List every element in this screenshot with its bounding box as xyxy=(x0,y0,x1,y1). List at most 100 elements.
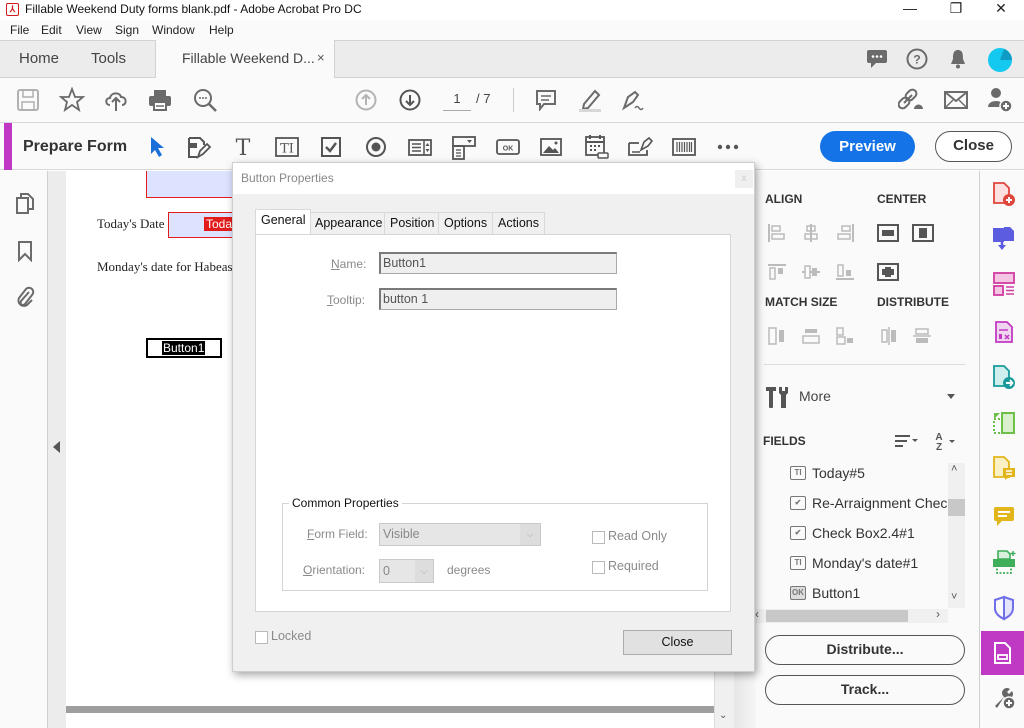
menu-help[interactable]: Help xyxy=(209,23,234,37)
name-field[interactable]: Button1 xyxy=(379,252,617,274)
sign-pen-icon[interactable] xyxy=(621,88,647,112)
save-icon[interactable] xyxy=(16,88,40,112)
match-height-icon[interactable] xyxy=(801,326,821,346)
comment-bubble-icon[interactable] xyxy=(992,503,1016,529)
account-avatar[interactable] xyxy=(988,48,1012,72)
align-bottom-icon[interactable] xyxy=(835,262,855,282)
image-tool-icon[interactable] xyxy=(539,135,563,159)
dialog-close-x[interactable]: x xyxy=(735,170,753,188)
menu-window[interactable]: Window xyxy=(152,23,195,37)
bookmark-star-icon[interactable] xyxy=(59,87,85,113)
required-checkbox[interactable] xyxy=(592,561,605,574)
tab-appearance[interactable]: Appearance xyxy=(309,212,389,234)
attachments-icon[interactable] xyxy=(14,285,36,309)
align-center-horizontal-icon[interactable] xyxy=(801,222,821,244)
tooltip-field[interactable]: button 1 xyxy=(379,288,617,310)
pages-icon[interactable] xyxy=(14,192,36,216)
more-dropdown[interactable]: More xyxy=(799,388,831,404)
search-zoom-icon[interactable] xyxy=(192,87,218,113)
fields-horizontal-scrollbar[interactable]: ‹ › xyxy=(754,607,948,623)
protect-icon[interactable] xyxy=(992,595,1016,621)
more-tools-icon[interactable] xyxy=(992,685,1016,711)
scroll-down-icon[interactable]: ⌄ xyxy=(719,710,727,721)
comment-tool-icon[interactable] xyxy=(992,455,1016,481)
select-arrow-icon[interactable] xyxy=(147,135,167,159)
page-number-input[interactable]: 1 xyxy=(443,91,471,111)
center-both-icon[interactable] xyxy=(877,262,899,282)
prepare-form-tool[interactable] xyxy=(981,631,1024,675)
scroll-down-icon[interactable]: ˅ xyxy=(951,591,957,603)
sort-order-icon[interactable] xyxy=(894,432,920,450)
bell-icon[interactable] xyxy=(948,48,968,70)
tab-actions[interactable]: Actions xyxy=(492,212,545,234)
tab-position[interactable]: Position xyxy=(384,212,441,234)
field-item-today5[interactable]: TI Today#5 xyxy=(790,458,865,488)
menu-sign[interactable]: Sign xyxy=(115,23,139,37)
dialog-close-button[interactable]: Close xyxy=(623,630,732,655)
page-down-icon[interactable] xyxy=(398,88,422,112)
preview-button[interactable]: Preview xyxy=(820,131,915,162)
barcode-tool-icon[interactable] xyxy=(672,136,696,158)
restore-button[interactable]: ❐ xyxy=(933,0,979,20)
horizontal-scrollbar[interactable] xyxy=(66,706,716,713)
export-pdf-icon[interactable] xyxy=(992,364,1016,390)
tab-home[interactable]: Home xyxy=(19,41,59,78)
menu-view[interactable]: View xyxy=(76,23,102,37)
track-button[interactable]: Track... xyxy=(765,675,965,705)
upload-cloud-icon[interactable] xyxy=(103,87,129,113)
dialog-title-bar[interactable]: Button Properties x xyxy=(233,163,754,194)
distribute-vertical-icon[interactable] xyxy=(912,326,932,346)
distribute-horizontal-icon[interactable] xyxy=(879,326,899,346)
menu-edit[interactable]: Edit xyxy=(41,23,62,37)
tab-options[interactable]: Options xyxy=(438,212,494,234)
button1-field[interactable]: Button1 xyxy=(146,338,222,358)
match-both-icon[interactable] xyxy=(835,326,855,346)
scroll-right-icon[interactable]: › xyxy=(936,607,940,621)
dropdown-tool-icon[interactable] xyxy=(451,135,477,161)
scan-ocr-icon[interactable] xyxy=(992,411,1016,437)
minimize-button[interactable]: — xyxy=(887,0,933,20)
field-item-re-arraignment[interactable]: ✔ Re-Arraignment Check xyxy=(790,488,954,518)
combine-files-icon[interactable] xyxy=(992,225,1016,251)
align-left-icon[interactable] xyxy=(767,222,787,244)
center-horizontal-icon[interactable] xyxy=(877,223,899,243)
read-only-checkbox[interactable] xyxy=(592,531,605,544)
radio-tool-icon[interactable] xyxy=(364,135,388,159)
close-form-button[interactable]: Close xyxy=(935,131,1012,162)
text-field-icon[interactable]: TI xyxy=(274,135,300,159)
tab-general[interactable]: General xyxy=(255,209,312,234)
organize-pages-icon[interactable] xyxy=(992,271,1016,297)
comment-icon[interactable] xyxy=(534,88,558,112)
scroll-left-icon[interactable]: ‹ xyxy=(755,607,759,621)
checkbox-tool-icon[interactable] xyxy=(319,135,343,159)
date-tool-icon[interactable] xyxy=(584,133,610,161)
email-icon[interactable] xyxy=(944,89,968,111)
help-icon[interactable]: ? xyxy=(906,48,928,70)
align-right-icon[interactable] xyxy=(835,222,855,244)
list-box-icon[interactable] xyxy=(407,135,433,159)
button-tool-icon[interactable]: OK xyxy=(496,137,520,157)
orientation-select[interactable]: 0 ⌵ xyxy=(379,559,434,583)
scroll-up-icon[interactable]: ˄ xyxy=(951,463,957,475)
window-close-button[interactable]: ✕ xyxy=(978,0,1024,20)
sort-alpha-icon[interactable]: AZ xyxy=(932,430,958,452)
text-tool-icon[interactable]: T xyxy=(231,135,255,159)
edit-pdf-icon[interactable] xyxy=(993,319,1015,345)
align-middle-icon[interactable] xyxy=(801,262,821,282)
form-field-select[interactable]: Visible ⌵ xyxy=(379,523,541,546)
page-up-icon[interactable] xyxy=(354,88,378,112)
create-pdf-icon[interactable] xyxy=(992,181,1016,207)
more-icon[interactable] xyxy=(716,140,740,154)
bookmarks-icon[interactable] xyxy=(15,239,35,263)
tab-close-icon[interactable]: × xyxy=(317,40,325,76)
tab-document[interactable]: Fillable Weekend D... × xyxy=(155,40,335,78)
print-icon[interactable] xyxy=(147,87,173,113)
fields-vertical-scrollbar[interactable]: ˄ ˅ xyxy=(948,463,965,608)
center-vertical-icon[interactable] xyxy=(912,223,934,243)
more-chevron-icon[interactable] xyxy=(947,394,955,399)
share-link-icon[interactable] xyxy=(898,87,926,113)
align-top-icon[interactable] xyxy=(767,262,787,282)
signature-tool-icon[interactable] xyxy=(627,135,655,159)
field-item-mondays-date[interactable]: TI Monday's date#1 xyxy=(790,548,918,578)
expand-left-panel-icon[interactable] xyxy=(53,441,60,453)
